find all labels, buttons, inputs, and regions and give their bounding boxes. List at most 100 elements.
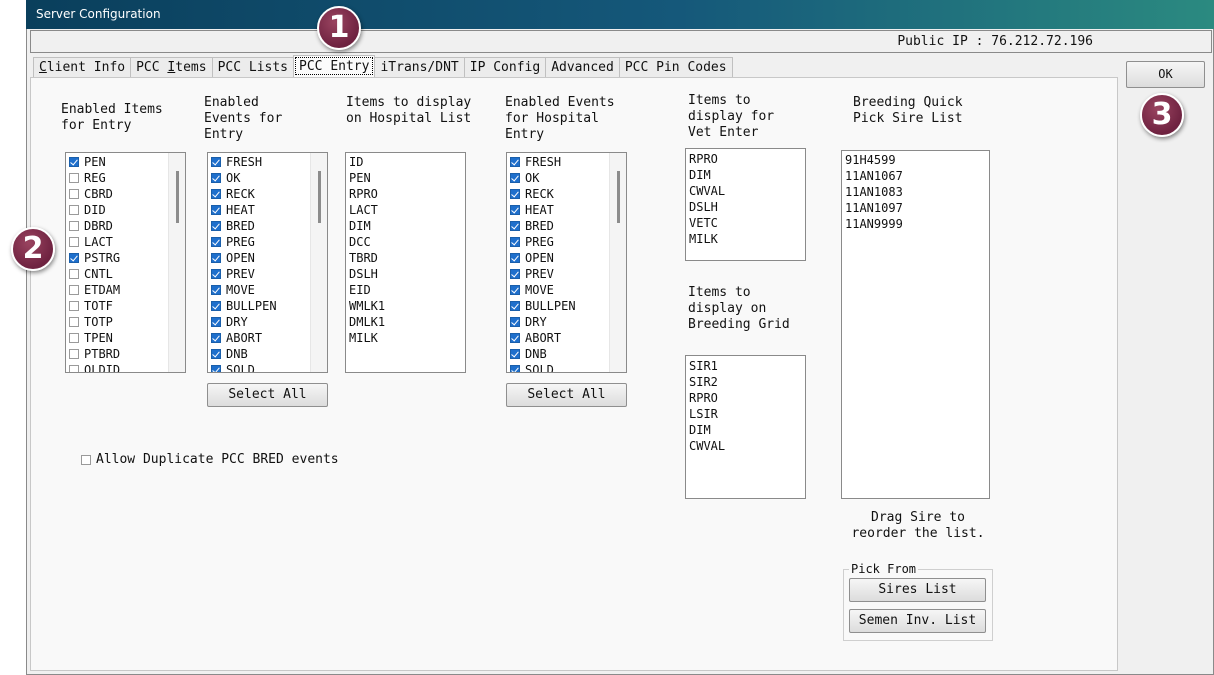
allow-duplicate-bred-checkbox[interactable]: Allow Duplicate PCC BRED events (81, 452, 339, 467)
list-item[interactable]: EID (346, 282, 465, 298)
list-item[interactable]: 11AN1083 (842, 184, 989, 200)
scrollbar[interactable] (609, 153, 626, 372)
checkbox[interactable] (69, 301, 79, 311)
checkbox-box[interactable] (81, 454, 91, 465)
checkbox[interactable] (510, 157, 520, 167)
tab-client-info[interactable]: Client Info (33, 57, 132, 77)
tab-ip-config[interactable]: IP Config (463, 57, 547, 77)
checkbox[interactable] (69, 173, 79, 183)
checkbox[interactable] (69, 221, 79, 231)
list-item[interactable]: RPRO (686, 390, 805, 406)
checkbox[interactable] (69, 285, 79, 295)
checkbox[interactable] (510, 269, 520, 279)
list-item[interactable]: 11AN1097 (842, 200, 989, 216)
list-item[interactable]: 11AN9999 (842, 216, 989, 232)
checkbox[interactable] (69, 269, 79, 279)
list-item[interactable]: CWVAL (686, 438, 805, 454)
tab-pcc-entry[interactable]: PCC Entry (293, 55, 376, 77)
list-item[interactable]: DSLH (346, 266, 465, 282)
sires-list-button[interactable]: Sires List (849, 578, 986, 602)
list-item[interactable]: DSLH (686, 199, 805, 215)
list-item[interactable]: MILK (346, 330, 465, 346)
list-item[interactable]: 91H4599 (842, 152, 989, 168)
title-bar[interactable]: Server Configuration (26, 0, 1214, 29)
checkbox[interactable] (69, 365, 79, 372)
list-item[interactable]: LSIR (686, 406, 805, 422)
list-item[interactable]: SIR1 (686, 358, 805, 374)
list-item[interactable]: LACT (346, 202, 465, 218)
checkbox[interactable] (211, 221, 221, 231)
checkbox[interactable] (510, 237, 520, 247)
checkbox[interactable] (211, 333, 221, 343)
enabled-events-list[interactable]: FRESH OK RECK HEAT BRED PREG OPEN PREV MOVE BULLP… (207, 152, 328, 373)
checkbox[interactable] (211, 349, 221, 359)
tab-pcc-lists[interactable]: PCC Lists (211, 57, 295, 77)
checkbox[interactable] (211, 301, 221, 311)
breeding-grid-list[interactable]: SIR1 SIR2 RPRO LSIR DIM CWVAL (685, 355, 806, 499)
list-item[interactable]: DIM (686, 422, 805, 438)
checkbox[interactable] (510, 365, 520, 372)
checkbox[interactable] (510, 173, 520, 183)
checkbox[interactable] (510, 285, 520, 295)
checkbox[interactable] (211, 365, 221, 372)
list-item[interactable]: VETC (686, 215, 805, 231)
list-item[interactable]: MILK (686, 231, 805, 247)
checkbox[interactable] (510, 205, 520, 215)
checkbox[interactable] (211, 317, 221, 327)
enabled-items-list[interactable]: PEN REG CBRD DID DBRD LACT PSTRG CNTL ETDAM TOTF T… (65, 152, 186, 373)
checkbox[interactable] (211, 173, 221, 183)
checkbox[interactable] (510, 189, 520, 199)
checkbox[interactable] (510, 301, 520, 311)
list-item[interactable]: SIR2 (686, 374, 805, 390)
scrollbar-thumb[interactable] (617, 171, 620, 223)
list-item[interactable]: CWVAL (686, 183, 805, 199)
select-all-hospital-events-button[interactable]: Select All (506, 383, 627, 407)
list-item[interactable]: DIM (346, 218, 465, 234)
scrollbar[interactable] (168, 153, 185, 372)
checkbox[interactable] (211, 253, 221, 263)
checkbox[interactable] (69, 333, 79, 343)
semen-inv-list-button[interactable]: Semen Inv. List (849, 609, 986, 633)
checkbox[interactable] (211, 157, 221, 167)
sire-pick-list[interactable]: 91H4599 11AN1067 11AN1083 11AN1097 11AN9999 (841, 150, 990, 499)
checkbox[interactable] (69, 157, 79, 167)
scrollbar-thumb[interactable] (176, 171, 179, 223)
list-item[interactable]: WMLK1 (346, 298, 465, 314)
checkbox[interactable] (510, 317, 520, 327)
checkbox[interactable] (211, 237, 221, 247)
tab-itrans-dnt[interactable]: iTrans/DNT (374, 57, 465, 77)
checkbox[interactable] (69, 317, 79, 327)
scrollbar-thumb[interactable] (318, 171, 321, 223)
checkbox[interactable] (69, 205, 79, 215)
list-item[interactable]: DCC (346, 234, 465, 250)
select-all-events-button[interactable]: Select All (207, 383, 328, 407)
list-item[interactable]: DMLK1 (346, 314, 465, 330)
checkbox[interactable] (69, 253, 79, 263)
checkbox[interactable] (211, 189, 221, 199)
checkbox[interactable] (510, 253, 520, 263)
hospital-events-list[interactable]: FRESH OK RECK HEAT BRED PREG OPEN PREV MOVE BULLP… (506, 152, 627, 373)
checkbox[interactable] (211, 285, 221, 295)
checkbox[interactable] (510, 221, 520, 231)
checkbox[interactable] (69, 349, 79, 359)
checkbox[interactable] (69, 237, 79, 247)
checkbox[interactable] (510, 349, 520, 359)
scrollbar[interactable] (310, 153, 327, 372)
tab-advanced[interactable]: Advanced (545, 57, 620, 77)
list-item[interactable]: TBRD (346, 250, 465, 266)
list-item[interactable]: ID (346, 154, 465, 170)
checkbox[interactable] (211, 269, 221, 279)
hospital-items-list[interactable]: ID PEN RPRO LACT DIM DCC TBRD DSLH EID WMLK1 DMLK1… (345, 152, 466, 373)
checkbox[interactable] (211, 205, 221, 215)
list-item[interactable]: RPRO (686, 151, 805, 167)
checkbox[interactable] (69, 189, 79, 199)
tab-pcc-items[interactable]: PCC Items (130, 57, 213, 77)
list-item[interactable]: RPRO (346, 186, 465, 202)
checkbox[interactable] (510, 333, 520, 343)
list-item[interactable]: PEN (346, 170, 465, 186)
list-item[interactable]: DIM (686, 167, 805, 183)
ok-button[interactable]: OK (1126, 61, 1205, 88)
tab-pcc-pin-codes[interactable]: PCC Pin Codes (618, 57, 733, 77)
list-item[interactable]: 11AN1067 (842, 168, 989, 184)
vet-enter-list[interactable]: RPRO DIM CWVAL DSLH VETC MILK (685, 148, 806, 261)
